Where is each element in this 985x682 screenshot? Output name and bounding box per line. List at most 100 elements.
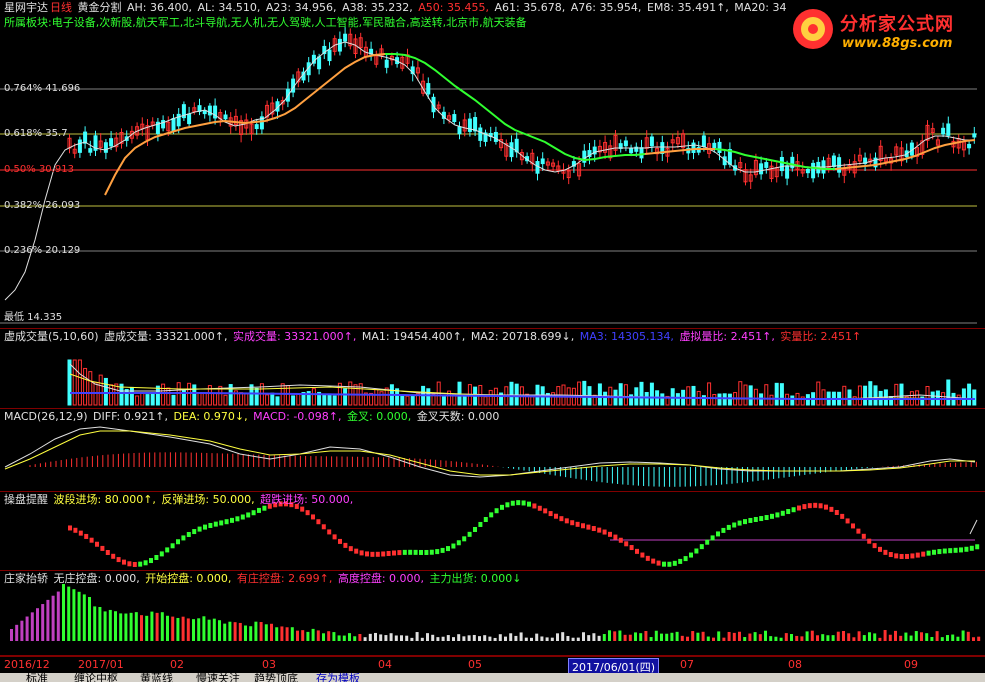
dealer-bar — [816, 635, 819, 641]
trade-alert-marker — [143, 560, 148, 566]
volume-bar — [135, 395, 140, 406]
macd-histogram — [29, 452, 977, 487]
dealer-bar — [483, 635, 487, 641]
volume-bar — [254, 387, 259, 406]
trade-alert-panel[interactable]: 操盘提醒 波段进场: 80.000↑, 反弹进场: 50.000, 超跌进场: … — [0, 492, 985, 571]
trade-alert-marker — [176, 539, 180, 545]
dealer-bar — [160, 612, 164, 641]
trade-alert-marker — [305, 510, 310, 516]
tab-save-template[interactable]: 存为模板 — [316, 673, 360, 682]
trade-alert-marker — [759, 516, 764, 522]
candle-body — [972, 133, 977, 138]
trade-alert-marker — [397, 550, 402, 556]
volume-bar — [161, 383, 166, 406]
macd-golden-days: 金叉天数: 0.000 — [416, 410, 500, 423]
dealer-bar — [327, 631, 331, 641]
dealer-bar — [218, 620, 221, 641]
candle-body — [327, 49, 332, 62]
volume-panel[interactable]: 虚成交量(5,10,60) 虚成交量: 33321.000↑, 实成交量: 33… — [0, 329, 985, 409]
tab-slow-watch[interactable]: 慢速关注 — [196, 673, 240, 682]
candle-body — [478, 127, 483, 141]
trade-alert-marker — [208, 522, 213, 528]
trade-alert-marker — [797, 505, 801, 511]
dealer-bar — [98, 607, 102, 641]
volume-bar — [103, 377, 108, 406]
trade-alert-marker — [451, 543, 456, 549]
dealer-bar — [956, 636, 960, 641]
dealer-bar — [124, 613, 128, 641]
dealer-bar — [509, 633, 513, 641]
trade-alert-marker — [683, 556, 688, 562]
trade-alert-marker — [586, 524, 591, 530]
dealer-bar — [259, 622, 263, 641]
volume-bar — [779, 383, 784, 406]
volume-bar — [296, 393, 301, 406]
trade-alert-marker — [581, 523, 585, 529]
trade-alert-marker — [662, 561, 666, 567]
trade-alert-marker — [537, 505, 542, 511]
dealer-bar — [36, 608, 39, 641]
candle-body — [509, 142, 514, 158]
tab-chan-center[interactable]: 缠论中枢 — [74, 673, 118, 682]
trade-alert-marker — [883, 549, 888, 555]
tab-standard[interactable]: 标准 — [26, 673, 48, 682]
volume-bar — [374, 389, 379, 406]
dealer-has: 有庄控盘: 2.699↑, — [236, 572, 333, 585]
trade-alert-marker — [872, 543, 877, 549]
dealer-bar — [519, 632, 523, 641]
dealer-bar — [576, 637, 580, 641]
trade-alert-marker — [608, 531, 612, 537]
ah-value: AH: 36.400, — [127, 1, 192, 14]
dealer-bar — [556, 633, 559, 641]
candle-body — [343, 33, 348, 42]
dealer-bar — [909, 635, 913, 641]
trade-alert-marker — [446, 546, 450, 552]
dealer-bar — [249, 626, 253, 641]
dealer-bar — [618, 630, 622, 641]
trade-alert-marker — [84, 533, 89, 539]
volume-bar — [868, 381, 873, 406]
volume-bar — [597, 383, 602, 406]
trade-alert-marker — [413, 549, 418, 555]
a50-value: A50: 35.455, — [418, 1, 489, 14]
a38-value: A38: 35.232, — [342, 1, 413, 14]
tab-yellow-blue[interactable]: 黄蓝线 — [140, 673, 173, 682]
candle-body — [805, 168, 810, 174]
dealer-bar — [769, 636, 773, 641]
dealer-bar — [873, 633, 877, 641]
trade-alert-marker — [629, 545, 634, 551]
trade-alert-marker — [748, 517, 753, 523]
dealer-bar — [894, 630, 897, 641]
trade-alert-marker — [948, 548, 953, 554]
trade-alert-marker — [105, 550, 110, 556]
dealer-bar — [545, 637, 549, 641]
volume-ratio-virtual: 虚拟量比: 2.451↑, — [679, 330, 775, 343]
trade-alert-marker — [905, 553, 909, 559]
period-label[interactable]: 日线 — [50, 1, 72, 14]
dealer-bar — [415, 632, 419, 641]
volume-bar — [488, 389, 493, 406]
macd-panel[interactable]: MACD(26,12,9) DIFF: 0.921↑, DEA: 0.970↓,… — [0, 409, 985, 492]
dealer-bar — [15, 624, 19, 641]
trade-alert-marker — [197, 526, 202, 532]
dealer-panel[interactable]: 庄家抬轿 无庄控盘: 0.000, 开始控盘: 0.000, 有庄控盘: 2.6… — [0, 571, 985, 656]
candle-body — [785, 165, 790, 179]
volume-bar — [675, 393, 680, 406]
dealer-bar — [368, 633, 372, 641]
dealer-bar — [868, 632, 871, 641]
dealer-bar — [795, 635, 799, 641]
price-panel[interactable]: 星网宇达 日线 黄金分割 AH: 36.400, AL: 34.510, A23:… — [0, 0, 985, 329]
volume-virtual: 虚成交量: 33321.000↑, — [104, 330, 228, 343]
trade-alert-marker — [316, 519, 321, 525]
tab-trend-top-bottom[interactable]: 趋势顶底 — [254, 673, 298, 682]
trade-alert-marker — [338, 538, 342, 544]
trade-alert-marker — [483, 517, 488, 523]
dealer-bar — [228, 621, 232, 641]
trade-alert-marker — [300, 506, 305, 512]
volume-bar — [98, 374, 103, 406]
dealer-bar — [966, 631, 970, 641]
volume-bar — [124, 389, 129, 406]
dealer-bar — [400, 635, 403, 641]
volume-bar — [738, 381, 743, 406]
dealer-bar — [566, 636, 570, 641]
